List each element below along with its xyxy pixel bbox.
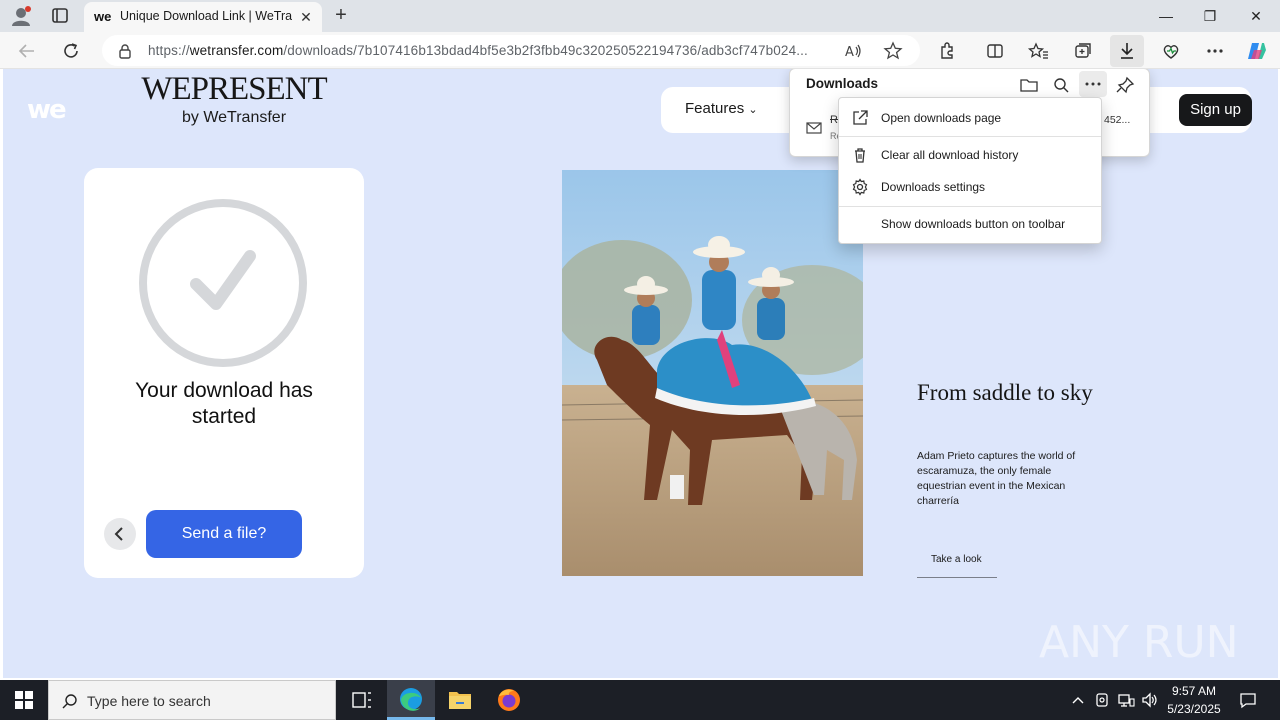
copilot-icon[interactable] — [1244, 38, 1270, 64]
refresh-button[interactable] — [58, 38, 84, 64]
tray-chevron-up-icon[interactable] — [1068, 690, 1088, 710]
menu-item-clear-history[interactable]: Clear all download history — [839, 140, 1101, 170]
article-description: Adam Prieto captures the world of escara… — [917, 450, 1076, 507]
brand-byline: by WeTransfer — [181, 109, 287, 126]
menu-item-label: Clear all download history — [881, 148, 1019, 162]
network-icon[interactable] — [1116, 690, 1136, 710]
search-downloads-icon[interactable] — [1048, 73, 1074, 97]
article-title[interactable]: From saddle to sky — [917, 380, 1117, 432]
gear-icon — [851, 178, 869, 196]
download-status-card: Your download has started Send a file? — [84, 168, 364, 578]
menu-item-downloads-settings[interactable]: Downloads settings — [839, 172, 1101, 202]
tab-active[interactable]: we Unique Download Link | WeTransfer ✕ — [84, 2, 322, 32]
lock-icon[interactable] — [116, 42, 134, 60]
email-file-icon — [806, 121, 822, 135]
download-started-message: Your download has started — [135, 379, 313, 428]
download-item-size: 452... — [1104, 114, 1131, 126]
close-window-button[interactable]: ✕ — [1234, 4, 1278, 28]
svg-text:A: A — [845, 45, 854, 60]
tab-strip: we Unique Download Link | WeTransfer ✕ +… — [0, 0, 1280, 32]
profile-icon[interactable] — [8, 5, 34, 27]
browser-essentials-icon[interactable] — [1158, 38, 1184, 64]
tab-actions-icon[interactable] — [48, 5, 72, 27]
taskbar-clock-time[interactable]: 9:57 AM — [1150, 684, 1238, 698]
more-options-icon[interactable] — [1202, 38, 1228, 64]
trash-icon — [851, 146, 869, 164]
windows-taskbar: Type here to search 9:57 AM 5/23/2025 — [0, 680, 1280, 720]
wetransfer-favicon-icon: we — [94, 9, 112, 24]
signup-button[interactable]: Sign up — [1179, 94, 1252, 126]
address-bar[interactable]: https://wetransfer.com/downloads/7b10741… — [102, 35, 920, 66]
windows-start-icon[interactable] — [0, 680, 48, 720]
task-view-icon[interactable] — [338, 680, 386, 720]
file-explorer-icon[interactable] — [436, 680, 484, 720]
menu-item-label: Downloads settings — [881, 180, 986, 194]
downloads-panel-title: Downloads — [806, 76, 879, 91]
search-placeholder: Type here to search — [87, 693, 211, 709]
open-external-icon — [851, 109, 869, 127]
anyrun-watermark: ANY RUN — [1039, 609, 1239, 669]
tab-close-icon[interactable]: ✕ — [296, 7, 316, 27]
wetransfer-logo[interactable]: we — [27, 97, 73, 123]
split-screen-icon[interactable] — [982, 38, 1008, 64]
menu-item-open-downloads-page[interactable]: Open downloads page — [839, 103, 1101, 133]
back-button[interactable] — [14, 38, 40, 64]
collections-icon[interactable] — [1070, 38, 1096, 64]
search-icon — [61, 692, 79, 710]
menu-divider — [839, 136, 1101, 137]
tab-title: Unique Download Link | WeTransfer — [120, 9, 292, 23]
watermark-text: ANY RUN — [1039, 617, 1239, 668]
checkmark-circle-icon — [138, 198, 308, 368]
menu-item-label: Open downloads page — [881, 111, 1002, 125]
escaramuza-photo[interactable] — [562, 170, 863, 576]
restore-button[interactable]: ❐ — [1188, 4, 1232, 28]
menu-divider — [839, 206, 1101, 207]
nav-features-label: Features — [685, 100, 745, 117]
minimize-button[interactable]: — — [1144, 4, 1188, 28]
folder-icon[interactable] — [1016, 73, 1042, 97]
favorite-star-icon[interactable] — [882, 40, 904, 62]
wepresent-logo[interactable]: WEPRESENT — [139, 71, 329, 107]
read-aloud-icon[interactable]: A — [842, 40, 864, 62]
send-file-button[interactable]: Send a file? — [146, 510, 302, 558]
new-tab-button[interactable]: + — [330, 4, 352, 28]
downloads-context-menu: Open downloads page Clear all download h… — [838, 97, 1102, 244]
card-back-button[interactable] — [104, 518, 136, 550]
menu-item-label: Show downloads button on toolbar — [881, 217, 1066, 231]
extensions-icon[interactable] — [934, 38, 960, 64]
nav-features[interactable]: Features ⌄ — [685, 100, 775, 120]
firefox-icon[interactable] — [485, 680, 533, 720]
take-a-look-link[interactable]: Take a look — [917, 552, 997, 578]
downloads-more-icon[interactable] — [1079, 71, 1107, 97]
notifications-icon[interactable] — [1238, 690, 1258, 710]
url-text: https://wetransfer.com/downloads/7b10741… — [148, 43, 808, 58]
favorites-icon[interactable] — [1026, 38, 1052, 64]
menu-item-show-downloads-button[interactable]: Show downloads button on toolbar — [839, 209, 1101, 239]
browser-toolbar: https://wetransfer.com/downloads/7b10741… — [0, 32, 1280, 69]
taskbar-search-box[interactable]: Type here to search — [48, 680, 336, 720]
taskbar-clock-date[interactable]: 5/23/2025 — [1150, 702, 1238, 716]
tray-device-icon[interactable] — [1092, 690, 1112, 710]
edge-taskbar-icon[interactable] — [387, 680, 435, 720]
chevron-down-icon: ⌄ — [748, 104, 758, 116]
pin-icon[interactable] — [1112, 73, 1138, 97]
downloads-button[interactable] — [1110, 35, 1144, 67]
